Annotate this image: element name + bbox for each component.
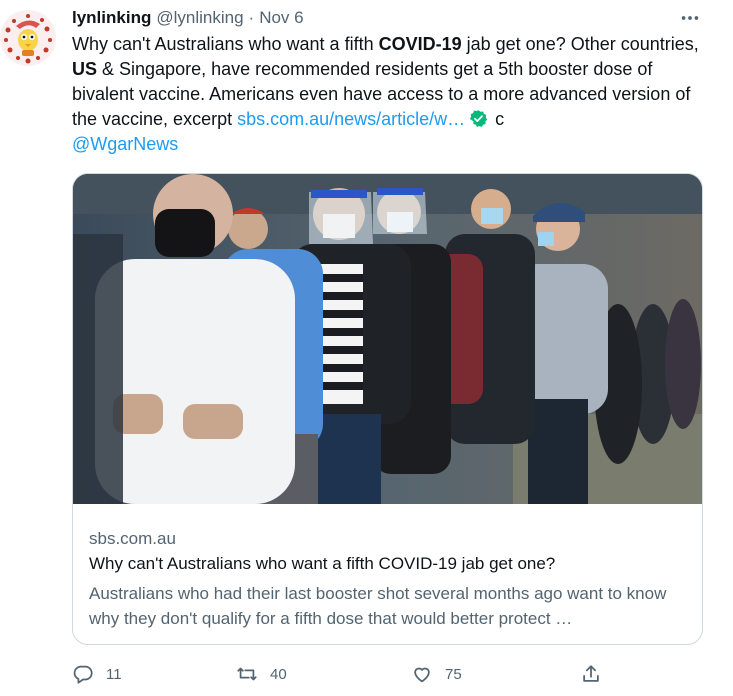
tweet-text-part: Why can't Australians who want a fifth xyxy=(72,34,379,54)
reply-button[interactable]: 11 xyxy=(72,660,122,688)
tweet-date[interactable]: Nov 6 xyxy=(259,8,303,28)
heart-icon xyxy=(414,667,430,683)
link-card[interactable]: sbs.com.au Why can't Australians who wan… xyxy=(72,173,703,645)
tweet-header: lynlinking @lynlinking · Nov 6 xyxy=(72,7,304,29)
retweet-icon xyxy=(237,667,257,681)
like-button[interactable]: 75 xyxy=(411,660,462,688)
more-options-button[interactable] xyxy=(672,4,708,32)
separator-dot: · xyxy=(248,8,255,27)
share-icon xyxy=(583,665,599,682)
card-description: Australians who had their last booster s… xyxy=(89,584,667,628)
card-domain: sbs.com.au xyxy=(89,529,176,548)
avatar-image xyxy=(0,10,56,66)
more-dots-icon xyxy=(681,16,699,20)
mention-link[interactable]: @WgarNews xyxy=(72,134,178,154)
card-title: Why can't Australians who want a fifth C… xyxy=(89,554,556,573)
share-button[interactable] xyxy=(580,660,602,688)
verified-badge-icon xyxy=(469,109,488,128)
card-image xyxy=(73,174,702,504)
tweet-text: Why can't Australians who want a fifth C… xyxy=(72,32,712,157)
article-link[interactable]: sbs.com.au/news/article/w… xyxy=(237,109,465,129)
author-handle[interactable]: @lynlinking xyxy=(156,8,243,28)
like-count: 75 xyxy=(445,665,462,683)
tweet-text-part: jab get one? Other countries, xyxy=(461,34,699,54)
reply-icon xyxy=(73,665,93,684)
retweet-button[interactable]: 40 xyxy=(236,660,287,688)
retweet-count: 40 xyxy=(270,665,287,683)
avatar[interactable] xyxy=(0,10,56,66)
tweet-text-part: c xyxy=(490,109,505,129)
hashtag-bold-covid: COVID-19 xyxy=(378,34,462,54)
author-name[interactable]: lynlinking xyxy=(72,8,151,28)
bold-us: US xyxy=(72,59,98,79)
reply-count: 11 xyxy=(106,665,122,683)
